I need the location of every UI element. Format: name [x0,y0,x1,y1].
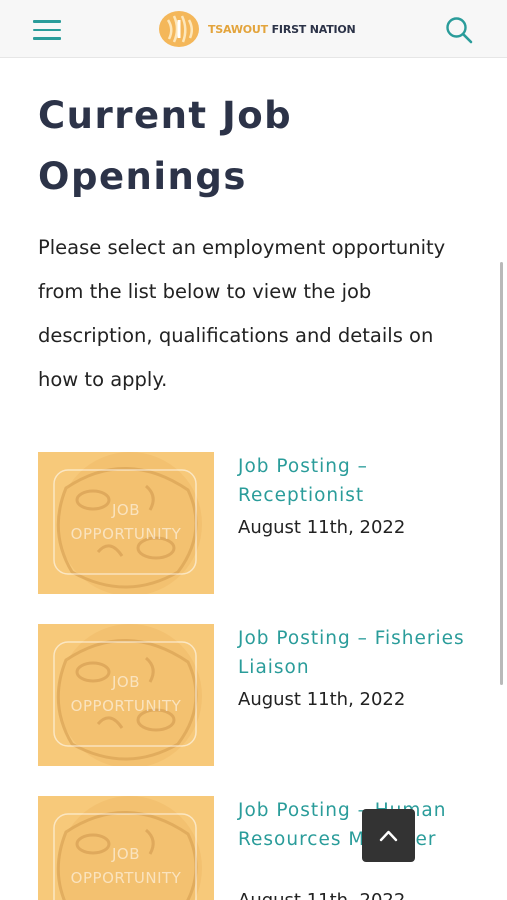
site-header: TSAWOUT FIRST NATION [0,0,507,58]
job-title-link[interactable]: Job Posting – Fisheries Liaison [238,624,478,682]
logo-text: TSAWOUT FIRST NATION [208,23,356,36]
logo-emblem-icon [159,11,199,47]
thumb-label-line-2: OPPORTUNITY [70,525,182,543]
thumb-label-line-1: JOB [111,845,141,863]
job-title-link[interactable]: Job Posting – Receptionist [238,452,478,510]
job-list-item: JOB OPPORTUNITY Job Posting – Receptioni… [38,452,478,594]
job-thumbnail-label: JOB OPPORTUNITY [38,670,214,718]
logo-text-tsawout: TSAWOUT [208,22,268,36]
thumb-label-line-2: OPPORTUNITY [70,869,182,887]
thumb-label-line-1: JOB [111,673,141,691]
back-to-top-button[interactable] [362,809,415,862]
job-thumbnail-label: JOB OPPORTUNITY [38,498,214,546]
job-thumbnail-label: JOB OPPORTUNITY [38,842,214,890]
job-list-item: JOB OPPORTUNITY Job Posting – Fisheries … [38,624,478,766]
job-thumbnail[interactable]: JOB OPPORTUNITY [38,796,214,900]
search-icon[interactable] [445,16,473,44]
thumb-label-line-1: JOB [111,501,141,519]
job-thumbnail[interactable]: JOB OPPORTUNITY [38,452,214,594]
scrollbar-thumb[interactable] [500,262,503,685]
job-date: August 11th, 2022 [238,517,406,538]
page-intro-text: Please select an employment opportunity … [38,236,446,391]
job-date: August 11th, 2022 [238,689,406,710]
thumb-label-line-2: OPPORTUNITY [70,697,182,715]
job-date: August 11th, 2022 [238,889,405,900]
page-title: Current Job Openings [38,94,293,198]
site-logo[interactable]: TSAWOUT FIRST NATION [158,10,356,48]
chevron-up-icon [379,830,398,842]
hamburger-menu-icon[interactable] [33,20,61,40]
job-title-link[interactable]: Job Posting – Human Resources Manager [238,796,478,854]
logo-text-first-nation: FIRST NATION [271,22,356,36]
job-thumbnail[interactable]: JOB OPPORTUNITY [38,624,214,766]
